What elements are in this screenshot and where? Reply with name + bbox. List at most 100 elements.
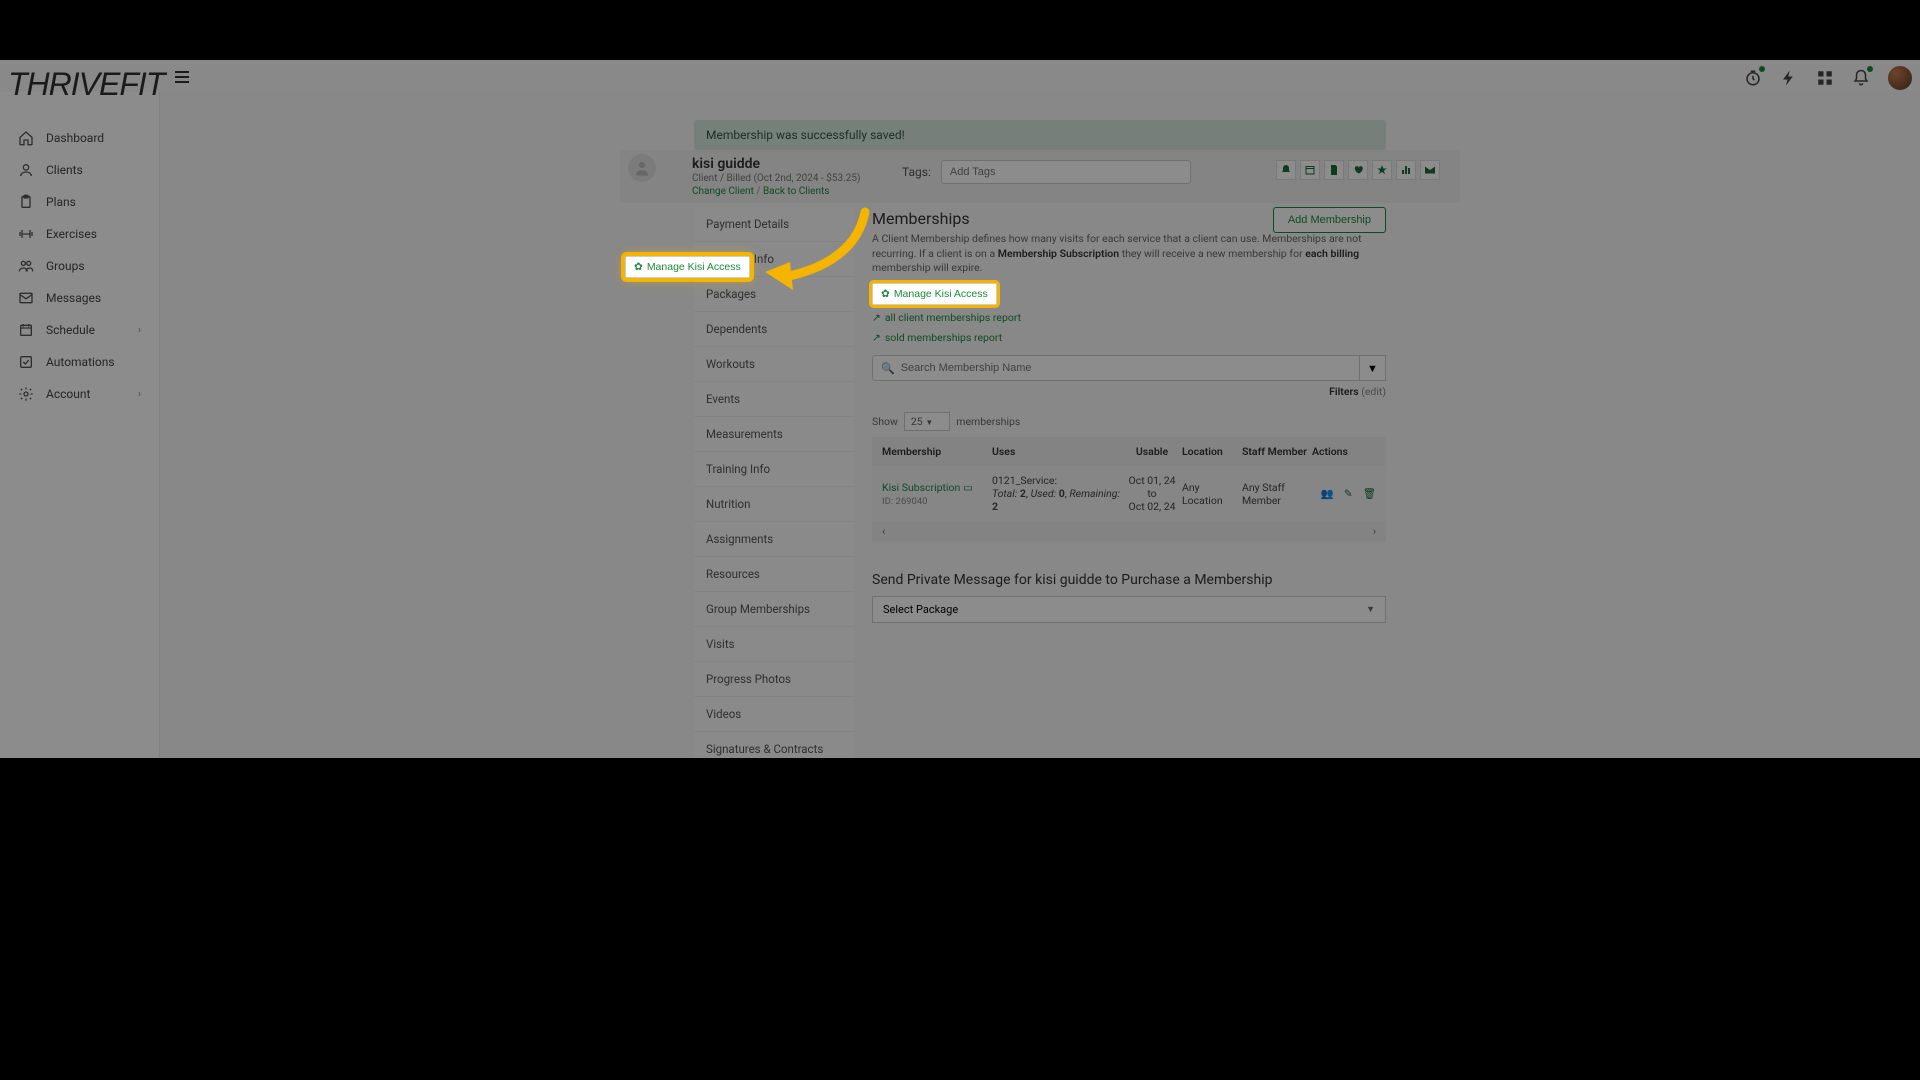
sidebar-item-exercises[interactable]: Exercises [0,218,159,250]
sidebar-item-account[interactable]: Account › [0,378,159,410]
grid-apps-icon[interactable] [1816,69,1834,87]
chevron-down-icon: ▼ [1366,604,1375,615]
sidebar-item-groups[interactable]: Groups [0,250,159,282]
gear-icon: ✿ [881,288,890,300]
show-count-select[interactable]: 25 ▼ [904,412,950,431]
sidebar-item-label: Exercises [46,227,97,241]
client-tabs: Payment Details Personal Info Packages D… [694,207,854,802]
external-link-icon: ↗ [872,311,881,324]
col-usable: Usable [1122,445,1182,458]
filters-label: Filters [1329,385,1359,398]
all-memberships-report-link[interactable]: ↗ all client memberships report [872,311,1021,324]
timer-icon[interactable] [1744,69,1762,87]
membership-name-link[interactable]: Kisi Subscription [882,481,960,494]
tab-events[interactable]: Events [694,382,854,417]
add-membership-button[interactable]: Add Membership [1273,207,1386,233]
sidebar-item-label: Account [46,387,90,401]
gear-icon [18,386,34,402]
show-suffix: memberships [956,415,1020,428]
edit-action-icon[interactable]: ✎ [1344,487,1353,500]
filters-edit-link[interactable]: (edit) [1361,385,1386,398]
uses-service: 0121_Service: [992,474,1122,487]
show-label: Show [872,415,898,428]
tab-dependents[interactable]: Dependents [694,312,854,347]
sidebar-item-clients[interactable]: Clients [0,154,159,186]
location-cell: Any Location [1182,481,1242,507]
sidebar-item-label: Schedule [46,323,95,337]
bell-icon[interactable] [1852,69,1870,87]
user-avatar[interactable] [1888,66,1912,90]
menu-toggle-button[interactable] [175,68,189,86]
sidebar-item-label: Messages [46,291,101,305]
back-to-clients-link[interactable]: Back to Clients [763,186,829,197]
col-membership: Membership [882,445,992,458]
bolt-icon[interactable] [1780,69,1798,87]
tab-videos[interactable]: Videos [694,697,854,732]
calendar-action-icon[interactable] [1300,160,1320,180]
clipboard-icon [18,194,34,210]
sidebar-item-label: Clients [46,163,83,177]
tab-assignments[interactable]: Assignments [694,522,854,557]
tab-nutrition[interactable]: Nutrition [694,487,854,522]
package-select[interactable]: Select Package ▼ [872,596,1386,623]
memberships-description: A Client Membership defines how many vis… [872,232,1386,276]
tab-visits[interactable]: Visits [694,627,854,662]
sidebar-item-label: Dashboard [46,131,104,145]
tags-label: Tags: [902,165,931,179]
sidebar-item-automations[interactable]: Automations [0,346,159,378]
sidebar-item-label: Automations [46,355,115,369]
person-icon [18,162,34,178]
mail-action-icon[interactable] [1420,160,1440,180]
sold-memberships-report-link[interactable]: ↗ sold memberships report [872,331,1002,344]
staff-cell: Any Staff Member [1242,481,1312,507]
mail-icon [18,290,34,306]
external-link-icon: ↗ [872,331,881,344]
client-action-bar [1276,160,1440,180]
tab-workouts[interactable]: Workouts [694,347,854,382]
calendar-icon [18,322,34,338]
tab-progress-photos[interactable]: Progress Photos [694,662,854,697]
group-action-icon[interactable]: 👥 [1321,487,1334,500]
manage-kisi-access-button-highlight[interactable]: ✿ Manage Kisi Access [625,256,750,278]
client-header: kisi guidde Client / Billed (Oct 2nd, 20… [620,150,1460,203]
brand-logo: THRIVEFIT [8,66,164,103]
tab-training-info[interactable]: Training Info [694,452,854,487]
tab-measurements[interactable]: Measurements [694,417,854,452]
chart-action-icon[interactable] [1396,160,1416,180]
membership-search-input[interactable] [901,362,1351,374]
tab-payment-details[interactable]: Payment Details [694,207,854,242]
manage-kisi-access-button[interactable]: ✿ Manage Kisi Access [872,283,997,305]
col-actions: Actions [1312,445,1376,458]
col-uses: Uses [992,445,1122,458]
private-message-title: Send Private Message for kisi guidde to … [872,572,1386,588]
star-action-icon[interactable] [1372,160,1392,180]
tag-action-icon[interactable] [1348,160,1368,180]
sidebar-item-messages[interactable]: Messages [0,282,159,314]
check-square-icon [18,354,34,370]
pager-prev[interactable]: ‹ [882,525,885,538]
search-icon: 🔍 [881,362,895,375]
col-location: Location [1182,445,1242,458]
tab-group-memberships[interactable]: Group Memberships [694,592,854,627]
tags-input[interactable] [941,160,1191,184]
usable-dates: Oct 01, 24 to Oct 02, 24 [1122,474,1182,513]
tab-resources[interactable]: Resources [694,557,854,592]
filter-icon: ▼ [1367,362,1378,375]
tab-packages[interactable]: Packages [694,277,854,312]
change-client-link[interactable]: Change Client [692,186,754,197]
sidebar-item-label: Plans [46,195,76,209]
sidebar-item-label: Groups [46,259,85,273]
client-name: kisi guidde [692,156,902,172]
sidebar-item-plans[interactable]: Plans [0,186,159,218]
file-action-icon[interactable] [1324,160,1344,180]
filter-button[interactable]: ▼ [1360,355,1386,381]
sidebar-item-schedule[interactable]: Schedule › [0,314,159,346]
notify-icon[interactable] [1276,160,1296,180]
delete-action-icon[interactable]: 🗑 [1363,487,1376,500]
dumbbell-icon [18,226,34,242]
col-staff: Staff Member [1242,445,1312,458]
card-icon: ▭ [963,481,973,494]
pager-next[interactable]: › [1373,525,1376,538]
sidebar-item-dashboard[interactable]: Dashboard [0,122,159,154]
gear-icon: ✿ [634,261,643,273]
